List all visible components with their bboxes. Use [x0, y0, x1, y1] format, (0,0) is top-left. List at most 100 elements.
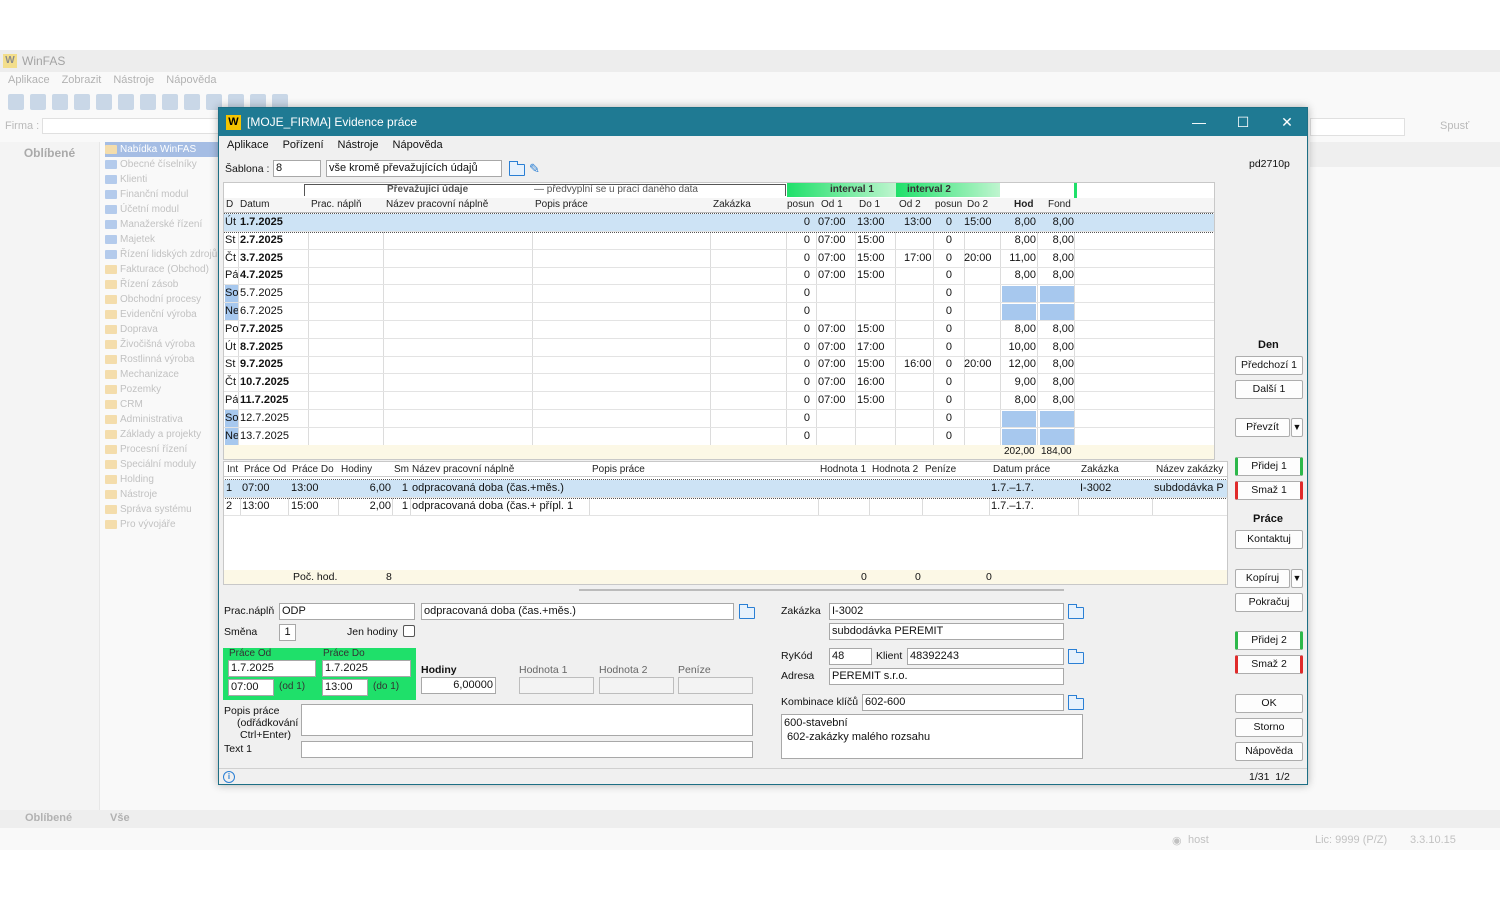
prace-do-date-input[interactable]: 1.7.2025 — [322, 660, 411, 677]
menu-napoveda[interactable]: Nápověda — [393, 139, 443, 151]
prevzit-dropdown-icon[interactable]: ▼ — [1291, 418, 1303, 437]
minimize-icon[interactable]: — — [1177, 108, 1221, 136]
day-row[interactable]: Út 1.7.2025 0 07:00 13:00 13:00 0 15:00 8,00 8,00 — [224, 213, 1214, 233]
bg-menu-item[interactable]: Zobrazit — [62, 74, 102, 90]
day-row[interactable]: St 9.7.2025 0 07:00 15:00 16:00 0 20:00 12,00 8,0… — [224, 356, 1214, 375]
ok-button[interactable]: OK — [1235, 694, 1303, 713]
hodiny-input[interactable]: 6,00000 — [421, 677, 496, 694]
day-row[interactable]: So 12.7.2025 0 0 — [224, 409, 1214, 428]
bg-tree-item[interactable]: Administrativa — [105, 412, 220, 427]
bg-tree-item[interactable]: Doprava — [105, 322, 220, 337]
bg-menu-item[interactable]: Nápověda — [166, 74, 216, 90]
bg-tree-item[interactable]: Obecné číselníky — [105, 157, 220, 172]
day-row[interactable]: Út 8.7.2025 0 07:00 17:00 0 10,00 8,00 — [224, 339, 1214, 357]
bg-tree-item[interactable]: CRM — [105, 397, 220, 412]
smaz2-button[interactable]: Smaž 2 — [1235, 655, 1303, 674]
bg-spust-button[interactable]: Spusť — [1440, 120, 1469, 132]
toolbar-icon[interactable] — [118, 94, 134, 110]
zakazka-name-input[interactable]: subdodávka PEREMIT — [829, 623, 1064, 640]
prac-napln-name-input[interactable]: odpracovaná doba (čas.+měs.) — [421, 603, 734, 620]
bg-combo[interactable] — [1310, 118, 1405, 136]
kopiruj-button[interactable]: Kopíruj — [1235, 569, 1290, 588]
hodnota2-input[interactable] — [599, 677, 674, 694]
bg-tree-item[interactable]: Manažerské řízení — [105, 217, 220, 232]
bg-tree-item[interactable]: Rostlinná výroba — [105, 352, 220, 367]
toolbar-icon[interactable] — [52, 94, 68, 110]
work-row[interactable]: 2 13:00 15:00 2,00 1 odpracovaná doba (čas.+ … — [224, 498, 1227, 516]
prac-napln-input[interactable]: ODP — [279, 603, 415, 620]
popis-prace-textarea[interactable] — [301, 704, 753, 736]
day-row[interactable]: St 2.7.2025 0 07:00 15:00 0 8,00 8,00 — [224, 232, 1214, 250]
bg-tree-item[interactable]: Pro vývojáře — [105, 517, 220, 532]
bg-menu-item[interactable]: Aplikace — [8, 74, 50, 90]
penize-input[interactable] — [678, 677, 753, 694]
info-icon[interactable]: i — [223, 771, 235, 783]
folder-open-icon[interactable] — [1067, 695, 1084, 710]
toolbar-icon[interactable] — [74, 94, 90, 110]
text1-input[interactable] — [301, 741, 753, 758]
work-row[interactable]: 1 07:00 13:00 6,00 1 odpracovaná doba (čas.+m… — [224, 479, 1227, 499]
folder-open-icon[interactable] — [508, 161, 525, 176]
predchozi-button[interactable]: Předchozí 1 — [1235, 356, 1303, 375]
menu-aplikace[interactable]: Aplikace — [227, 139, 269, 151]
kontaktuj-button[interactable]: Kontaktuj — [1235, 530, 1303, 549]
pokracuj-button[interactable]: Pokračuj — [1235, 593, 1303, 612]
bg-tree-item[interactable]: Mechanizace — [105, 367, 220, 382]
napoveda-button[interactable]: Nápověda — [1235, 742, 1303, 761]
bg-tree-item[interactable]: Finanční modul — [105, 187, 220, 202]
hodnota1-input[interactable] — [519, 677, 594, 694]
zakazka-input[interactable]: I-3002 — [829, 603, 1064, 620]
folder-open-icon[interactable] — [738, 604, 755, 619]
bg-tree-item[interactable]: Správa systému — [105, 502, 220, 517]
sablona-input[interactable]: 8 — [273, 160, 321, 177]
pridej2-button[interactable]: Přidej 2 — [1235, 631, 1303, 650]
sablona-text-input[interactable]: vše kromě převažujících údajů — [326, 160, 502, 177]
days-grid[interactable]: Převažující údaje — předvyplní se u prac… — [223, 182, 1215, 460]
day-row[interactable]: Ne 13.7.2025 0 0 — [224, 427, 1214, 446]
day-row[interactable]: Ne 6.7.2025 0 0 — [224, 303, 1214, 321]
day-row[interactable]: Pá 11.7.2025 0 07:00 15:00 0 8,00 8,00 — [224, 392, 1214, 410]
bg-tree-item[interactable]: Evidenční výroba — [105, 307, 220, 322]
toolbar-icon[interactable] — [30, 94, 46, 110]
day-row[interactable]: Čt 3.7.2025 0 07:00 15:00 17:00 0 20:00 11,00 8,0… — [224, 250, 1214, 268]
toolbar-icon[interactable] — [162, 94, 178, 110]
splitter[interactable] — [579, 589, 1064, 591]
prace-do-time-input[interactable]: 13:00 — [322, 679, 368, 696]
toolbar-icon[interactable] — [140, 94, 156, 110]
rykod-input[interactable]: 48 — [829, 648, 872, 665]
works-grid[interactable]: Int Práce Od Práce Do Hodiny Sm Název pr… — [223, 461, 1228, 585]
smena-input[interactable]: 1 — [279, 624, 296, 641]
bg-tree-item[interactable]: Řízení zásob — [105, 277, 220, 292]
day-row[interactable]: Pá 4.7.2025 0 07:00 15:00 0 8,00 8,00 — [224, 267, 1214, 286]
bg-tree-item[interactable]: Obchodní procesy — [105, 292, 220, 307]
bg-tree-item[interactable]: Klienti — [105, 172, 220, 187]
day-row[interactable]: Po 7.7.2025 0 07:00 15:00 0 8,00 8,00 — [224, 321, 1214, 339]
bg-menu-item[interactable]: Nástroje — [113, 74, 154, 90]
prevzit-button[interactable]: Převzít — [1235, 418, 1290, 437]
bg-tree-item[interactable]: Účetní modul — [105, 202, 220, 217]
bg-firma-input[interactable] — [42, 118, 222, 134]
bg-tree-item[interactable]: Fakturace (Obchod) — [105, 262, 220, 277]
prace-od-time-input[interactable]: 07:00 — [228, 679, 274, 696]
prace-od-date-input[interactable]: 1.7.2025 — [228, 660, 316, 677]
bg-tree-item[interactable]: Speciální moduly — [105, 457, 220, 472]
folder-open-icon[interactable] — [1067, 604, 1084, 619]
menu-nastroje[interactable]: Nástroje — [338, 139, 379, 151]
bg-tree-item[interactable]: Pozemky — [105, 382, 220, 397]
bg-tab-all[interactable]: Vše — [110, 812, 130, 824]
day-row[interactable]: Čt 10.7.2025 0 07:00 16:00 0 9,00 8,00 — [224, 374, 1214, 393]
kopiruj-dropdown-icon[interactable]: ▼ — [1291, 569, 1303, 588]
klient-input[interactable]: 48392243 — [907, 648, 1064, 665]
pencil-icon[interactable]: ✎ — [529, 161, 540, 177]
dalsi-button[interactable]: Další 1 — [1235, 380, 1303, 399]
toolbar-icon[interactable] — [96, 94, 112, 110]
menu-porizeni[interactable]: Pořízení — [283, 139, 324, 151]
bg-tab-favorites[interactable]: Oblíbené — [25, 812, 72, 824]
storno-button[interactable]: Storno — [1235, 718, 1303, 737]
bg-tree-item[interactable]: Majetek — [105, 232, 220, 247]
maximize-icon[interactable]: ☐ — [1221, 108, 1265, 136]
bg-tree-item[interactable]: Základy a projekty — [105, 427, 220, 442]
pridej1-button[interactable]: Přidej 1 — [1235, 457, 1303, 476]
smaz1-button[interactable]: Smaž 1 — [1235, 481, 1303, 500]
bg-tree-item[interactable]: Procesní řízení — [105, 442, 220, 457]
